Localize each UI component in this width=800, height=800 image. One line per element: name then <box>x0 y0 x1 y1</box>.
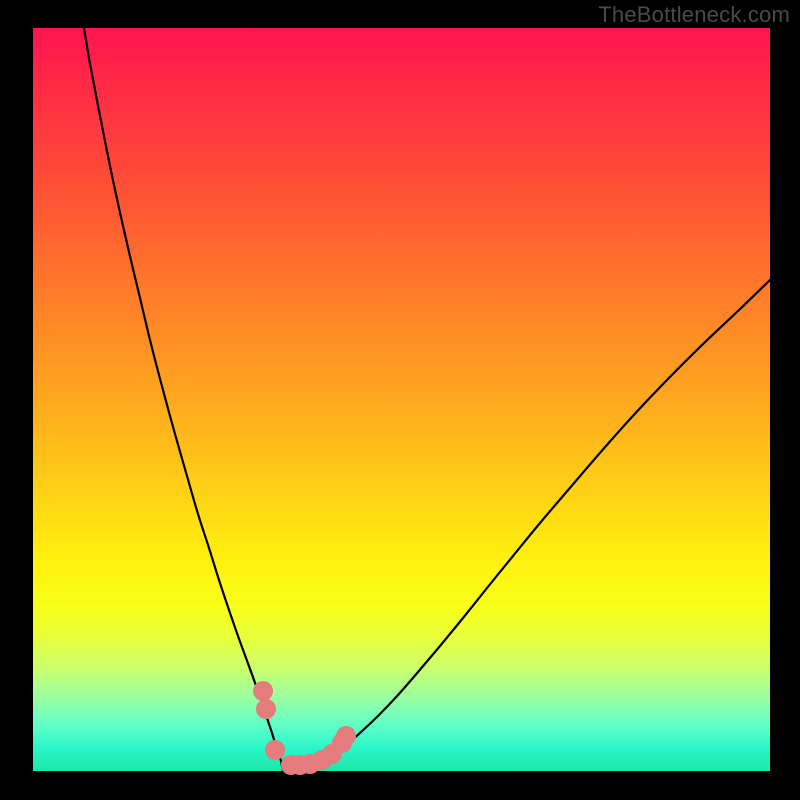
curve-right-branch <box>283 280 770 770</box>
chart-frame: TheBottleneck.com <box>0 0 800 800</box>
marker-group <box>253 681 356 775</box>
data-point <box>265 740 285 760</box>
chart-svg <box>33 28 770 771</box>
data-point <box>256 699 276 719</box>
data-point <box>336 726 356 746</box>
curve-left-branch <box>84 28 283 770</box>
watermark-text: TheBottleneck.com <box>598 2 790 28</box>
data-point <box>253 681 273 701</box>
curve-group <box>84 28 770 770</box>
